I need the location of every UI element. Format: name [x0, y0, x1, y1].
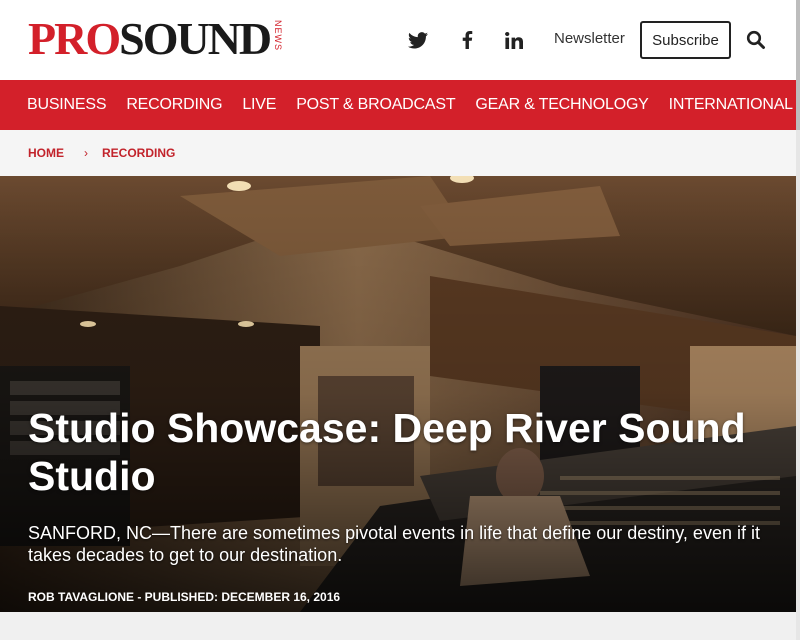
linkedin-icon[interactable]	[502, 28, 526, 52]
article-dek: SANFORD, NC—There are sometimes pivotal …	[28, 523, 760, 565]
nav-item-business[interactable]: BUSINESS	[27, 96, 107, 114]
nav-item-live[interactable]: LIVE	[242, 96, 276, 114]
twitter-icon[interactable]	[406, 28, 430, 52]
page-scrollbar[interactable]	[796, 0, 800, 640]
breadcrumb-recording[interactable]: RECORDING	[102, 146, 175, 160]
newsletter-link[interactable]: Newsletter	[554, 30, 625, 47]
main-nav: BUSINESS RECORDING LIVE POST & BROADCAST…	[0, 80, 796, 130]
below-hero-area	[0, 612, 796, 640]
search-icon[interactable]	[746, 30, 768, 52]
breadcrumb: HOME › RECORDING	[0, 130, 796, 176]
breadcrumb-home[interactable]: HOME	[28, 146, 64, 160]
subscribe-button[interactable]: Subscribe	[640, 21, 731, 59]
nav-item-gear-technology[interactable]: GEAR & TECHNOLOGY	[475, 96, 648, 114]
nav-item-recording[interactable]: RECORDING	[126, 96, 222, 114]
nav-item-post-broadcast[interactable]: POST & BROADCAST	[296, 96, 455, 114]
breadcrumb-separator: ›	[84, 146, 88, 160]
logo-sound-text: SOUND	[119, 13, 272, 64]
article-byline: ROB TAVAGLIONE - PUBLISHED: DECEMBER 16,…	[28, 590, 341, 604]
logo-news-text: NEWS	[273, 20, 284, 51]
logo-pro-text: PRO	[28, 13, 121, 64]
site-header: PRO SOUND NEWS Newsletter Subscribe	[0, 0, 796, 80]
site-logo[interactable]: PRO SOUND NEWS	[28, 16, 283, 62]
article-title[interactable]: Studio Showcase: Deep River Sound Studio	[28, 404, 768, 500]
nav-item-international[interactable]: INTERNATIONAL	[669, 96, 793, 114]
facebook-icon[interactable]	[455, 28, 479, 52]
scrollbar-thumb[interactable]	[796, 0, 800, 130]
